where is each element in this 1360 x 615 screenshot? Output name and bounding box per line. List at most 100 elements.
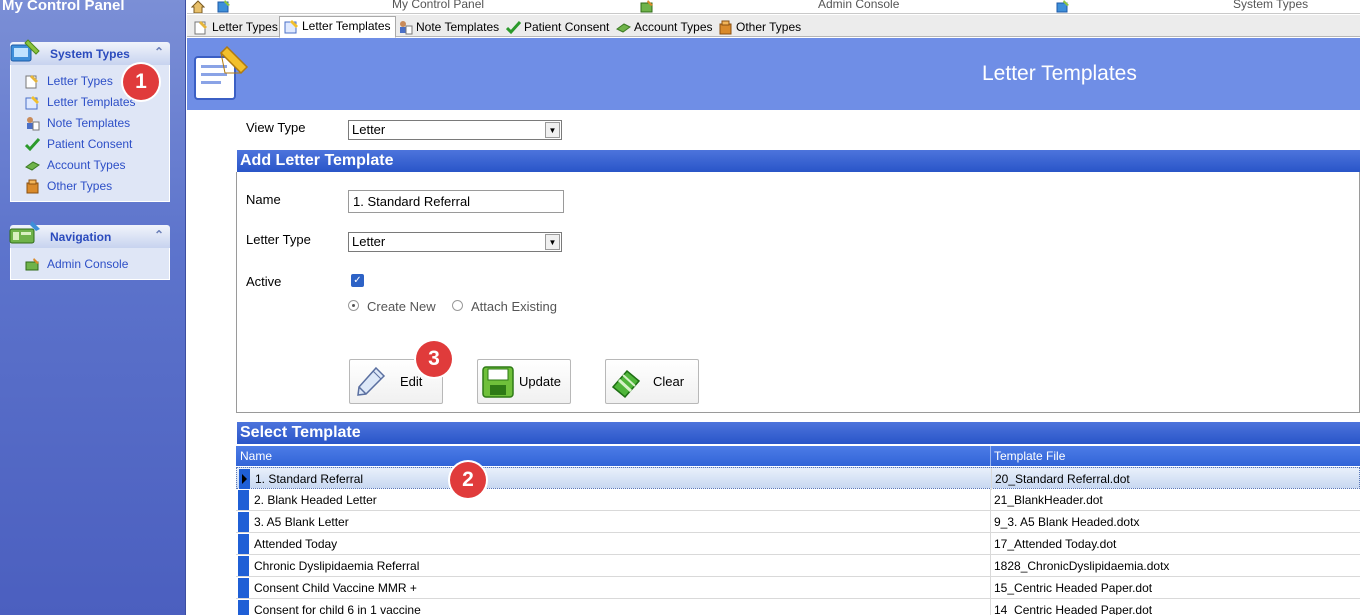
admin-console-icon bbox=[25, 258, 39, 271]
table-row[interactable]: Attended Today 17_Attended Today.dot bbox=[236, 533, 1360, 555]
table-row[interactable]: Consent for child 6 in 1 vaccine 14_Cent… bbox=[236, 599, 1360, 615]
system-types-icon[interactable] bbox=[1056, 0, 1070, 13]
table-row[interactable]: Chronic Dyslipidaemia Referral 1828_Chro… bbox=[236, 555, 1360, 577]
column-divider bbox=[990, 599, 991, 615]
sidebar-item-label: Account Types bbox=[47, 158, 126, 172]
box-icon bbox=[719, 20, 732, 35]
column-header-template-file[interactable]: Template File bbox=[994, 449, 1065, 463]
row-file: 17_Attended Today.dot bbox=[994, 537, 1117, 551]
tab-letter-types[interactable]: Letter Types bbox=[189, 17, 283, 37]
column-divider bbox=[990, 533, 991, 555]
row-selector[interactable] bbox=[238, 534, 249, 554]
view-type-label: View Type bbox=[246, 120, 306, 135]
account-types-icon bbox=[25, 161, 40, 171]
sidebar-item-admin-console[interactable]: Admin Console bbox=[11, 254, 169, 275]
clear-button[interactable]: Clear bbox=[605, 359, 699, 404]
view-type-select[interactable]: Letter ▼ bbox=[348, 120, 562, 140]
row-selector[interactable] bbox=[238, 578, 249, 598]
create-new-label: Create New bbox=[367, 299, 436, 314]
tab-label: Letter Types bbox=[212, 20, 278, 34]
row-selector[interactable] bbox=[238, 490, 249, 510]
row-name: Consent for child 6 in 1 vaccine bbox=[254, 603, 421, 615]
attach-existing-radio[interactable] bbox=[452, 300, 463, 311]
sidebar-item-label: Letter Types bbox=[47, 74, 113, 88]
sidebar-item-label: Admin Console bbox=[47, 257, 129, 271]
home-icon[interactable] bbox=[191, 0, 205, 13]
sidebar-item-note-templates[interactable]: Note Templates bbox=[11, 113, 169, 134]
active-checkbox[interactable]: ✓ bbox=[351, 274, 364, 287]
select-template-header: Select Template bbox=[237, 422, 1360, 444]
sidebar-item-patient-consent[interactable]: Patient Consent bbox=[11, 134, 169, 155]
annotation-marker-1: 1 bbox=[123, 64, 159, 100]
page-header: Letter Templates bbox=[187, 38, 1360, 110]
row-name: 3. A5 Blank Letter bbox=[254, 515, 349, 529]
control-panel-sidebar: My Control Panel System Types ⌃ Letter T… bbox=[0, 0, 186, 615]
sidebar-item-label: Other Types bbox=[47, 179, 113, 193]
add-letter-template-header: Add Letter Template bbox=[237, 150, 1360, 172]
update-button[interactable]: Update bbox=[477, 359, 571, 404]
row-selector[interactable] bbox=[238, 600, 249, 615]
dropdown-arrow-icon[interactable]: ▼ bbox=[545, 234, 560, 250]
row-file: 21_BlankHeader.dot bbox=[994, 493, 1103, 507]
account-types-icon bbox=[616, 23, 631, 33]
annotation-marker-3: 3 bbox=[416, 341, 452, 377]
pencil-icon bbox=[357, 366, 386, 396]
control-panel-icon[interactable] bbox=[217, 0, 231, 13]
column-divider[interactable] bbox=[990, 446, 991, 466]
table-row[interactable]: 1. Standard Referral 20_Standard Referra… bbox=[236, 467, 1360, 490]
row-selector[interactable] bbox=[238, 512, 249, 532]
sidebar-item-label: Note Templates bbox=[47, 116, 131, 130]
row-file: 20_Standard Referral.dot bbox=[995, 472, 1130, 486]
view-type-value: Letter bbox=[352, 122, 386, 137]
collapse-icon[interactable]: ⌃ bbox=[154, 228, 164, 242]
dropdown-arrow-icon[interactable]: ▼ bbox=[545, 122, 560, 138]
edit-button-label: Edit bbox=[400, 374, 423, 389]
column-divider bbox=[990, 555, 991, 577]
sidebar-item-other-types[interactable]: Other Types bbox=[11, 176, 169, 197]
tab-other-types[interactable]: Other Types bbox=[713, 17, 806, 37]
tab-account-types[interactable]: Account Types bbox=[611, 17, 718, 37]
row-name: 1. Standard Referral bbox=[255, 472, 364, 486]
toolbar-item-my-control-panel[interactable]: My Control Panel bbox=[392, 0, 484, 11]
grid-header: Name Template File bbox=[236, 446, 1360, 466]
toolbar-item-system-types[interactable]: System Types bbox=[1233, 0, 1308, 11]
letter-type-select[interactable]: Letter ▼ bbox=[348, 232, 562, 252]
table-row[interactable]: 2. Blank Headed Letter 21_BlankHeader.do… bbox=[236, 489, 1360, 511]
admin-console-icon[interactable] bbox=[640, 0, 654, 13]
name-input[interactable] bbox=[348, 190, 564, 213]
column-header-name[interactable]: Name bbox=[240, 449, 272, 463]
letter-templates-icon bbox=[25, 96, 39, 110]
collapse-icon[interactable]: ⌃ bbox=[154, 45, 164, 59]
tab-label: Patient Consent bbox=[524, 20, 610, 34]
note-templates-icon bbox=[27, 117, 40, 131]
system-types-title: System Types bbox=[50, 47, 130, 61]
sidebar-item-label: Letter Templates bbox=[47, 95, 136, 109]
tab-letter-templates[interactable]: Letter Templates bbox=[279, 16, 396, 38]
tab-note-templates[interactable]: Note Templates bbox=[393, 17, 504, 37]
navigation-icon bbox=[9, 221, 40, 244]
navigation-header[interactable]: Navigation ⌃ bbox=[9, 221, 170, 248]
tab-patient-consent[interactable]: Patient Consent bbox=[501, 17, 614, 37]
system-types-icon bbox=[10, 39, 40, 62]
checkmark-icon bbox=[506, 20, 521, 35]
toolbar-item-admin-console[interactable]: Admin Console bbox=[818, 0, 899, 11]
table-row[interactable]: Consent Child Vaccine MMR + 15_Centric H… bbox=[236, 577, 1360, 599]
row-selector[interactable] bbox=[239, 469, 250, 489]
page-title: Letter Templates bbox=[982, 62, 1137, 85]
letter-templates-icon bbox=[194, 45, 249, 100]
attach-existing-label: Attach Existing bbox=[471, 299, 557, 314]
row-file: 14_Centric Headed Paper.dot bbox=[994, 603, 1153, 615]
eraser-icon bbox=[611, 369, 641, 399]
system-types-header[interactable]: System Types ⌃ bbox=[10, 39, 170, 65]
column-divider bbox=[990, 489, 991, 511]
create-new-radio[interactable] bbox=[348, 300, 359, 311]
clear-button-label: Clear bbox=[653, 374, 685, 389]
table-row[interactable]: 3. A5 Blank Letter 9_3. A5 Blank Headed.… bbox=[236, 511, 1360, 533]
navigation-group: Navigation ⌃ Admin Console bbox=[9, 221, 170, 280]
update-button-label: Update bbox=[519, 374, 561, 389]
sidebar-item-account-types[interactable]: Account Types bbox=[11, 155, 169, 176]
row-selector[interactable] bbox=[238, 556, 249, 576]
sidebar-item-label: Patient Consent bbox=[47, 137, 133, 151]
type-tabs: Letter Types Letter Templates Note Templ… bbox=[187, 15, 1360, 38]
row-file: 15_Centric Headed Paper.dot bbox=[994, 581, 1153, 595]
